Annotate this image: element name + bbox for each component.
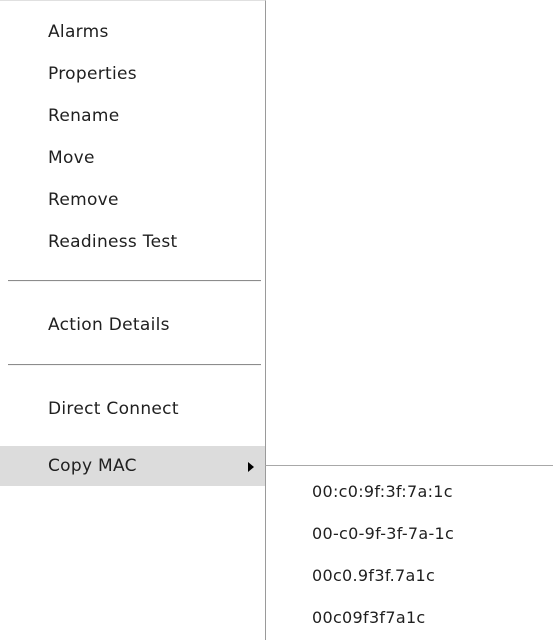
triangle-right-icon	[248, 462, 254, 472]
menu-item-move[interactable]: Move	[0, 137, 265, 179]
submenu-item-mac-colon[interactable]: 00:c0:9f:3f:7a:1c	[266, 471, 553, 513]
menu-item-action-details[interactable]: Action Details	[0, 304, 265, 346]
menu-item-remove[interactable]: Remove	[0, 179, 265, 221]
submenu-item-mac-plain[interactable]: 00c09f3f7a1c	[266, 597, 553, 639]
menu-separator	[8, 364, 261, 366]
copy-mac-submenu: 00:c0:9f:3f:7a:1c 00-c0-9f-3f-7a-1c 00c0…	[265, 465, 553, 640]
menu-item-copy-mac[interactable]: Copy MAC	[0, 446, 265, 486]
menu-item-rename[interactable]: Rename	[0, 95, 265, 137]
menu-item-alarms[interactable]: Alarms	[0, 11, 265, 53]
menu-separator	[8, 280, 261, 282]
menu-item-readiness-test[interactable]: Readiness Test	[0, 221, 265, 263]
menu-item-properties[interactable]: Properties	[0, 53, 265, 95]
menu-item-direct-connect[interactable]: Direct Connect	[0, 388, 265, 430]
menu-item-copy-mac-label: Copy MAC	[48, 456, 137, 476]
submenu-item-mac-dash[interactable]: 00-c0-9f-3f-7a-1c	[266, 513, 553, 555]
context-menu-stage: Alarms Properties Rename Move Remove Rea…	[0, 0, 553, 640]
submenu-item-mac-dot[interactable]: 00c0.9f3f.7a1c	[266, 555, 553, 597]
context-menu: Alarms Properties Rename Move Remove Rea…	[0, 0, 266, 486]
